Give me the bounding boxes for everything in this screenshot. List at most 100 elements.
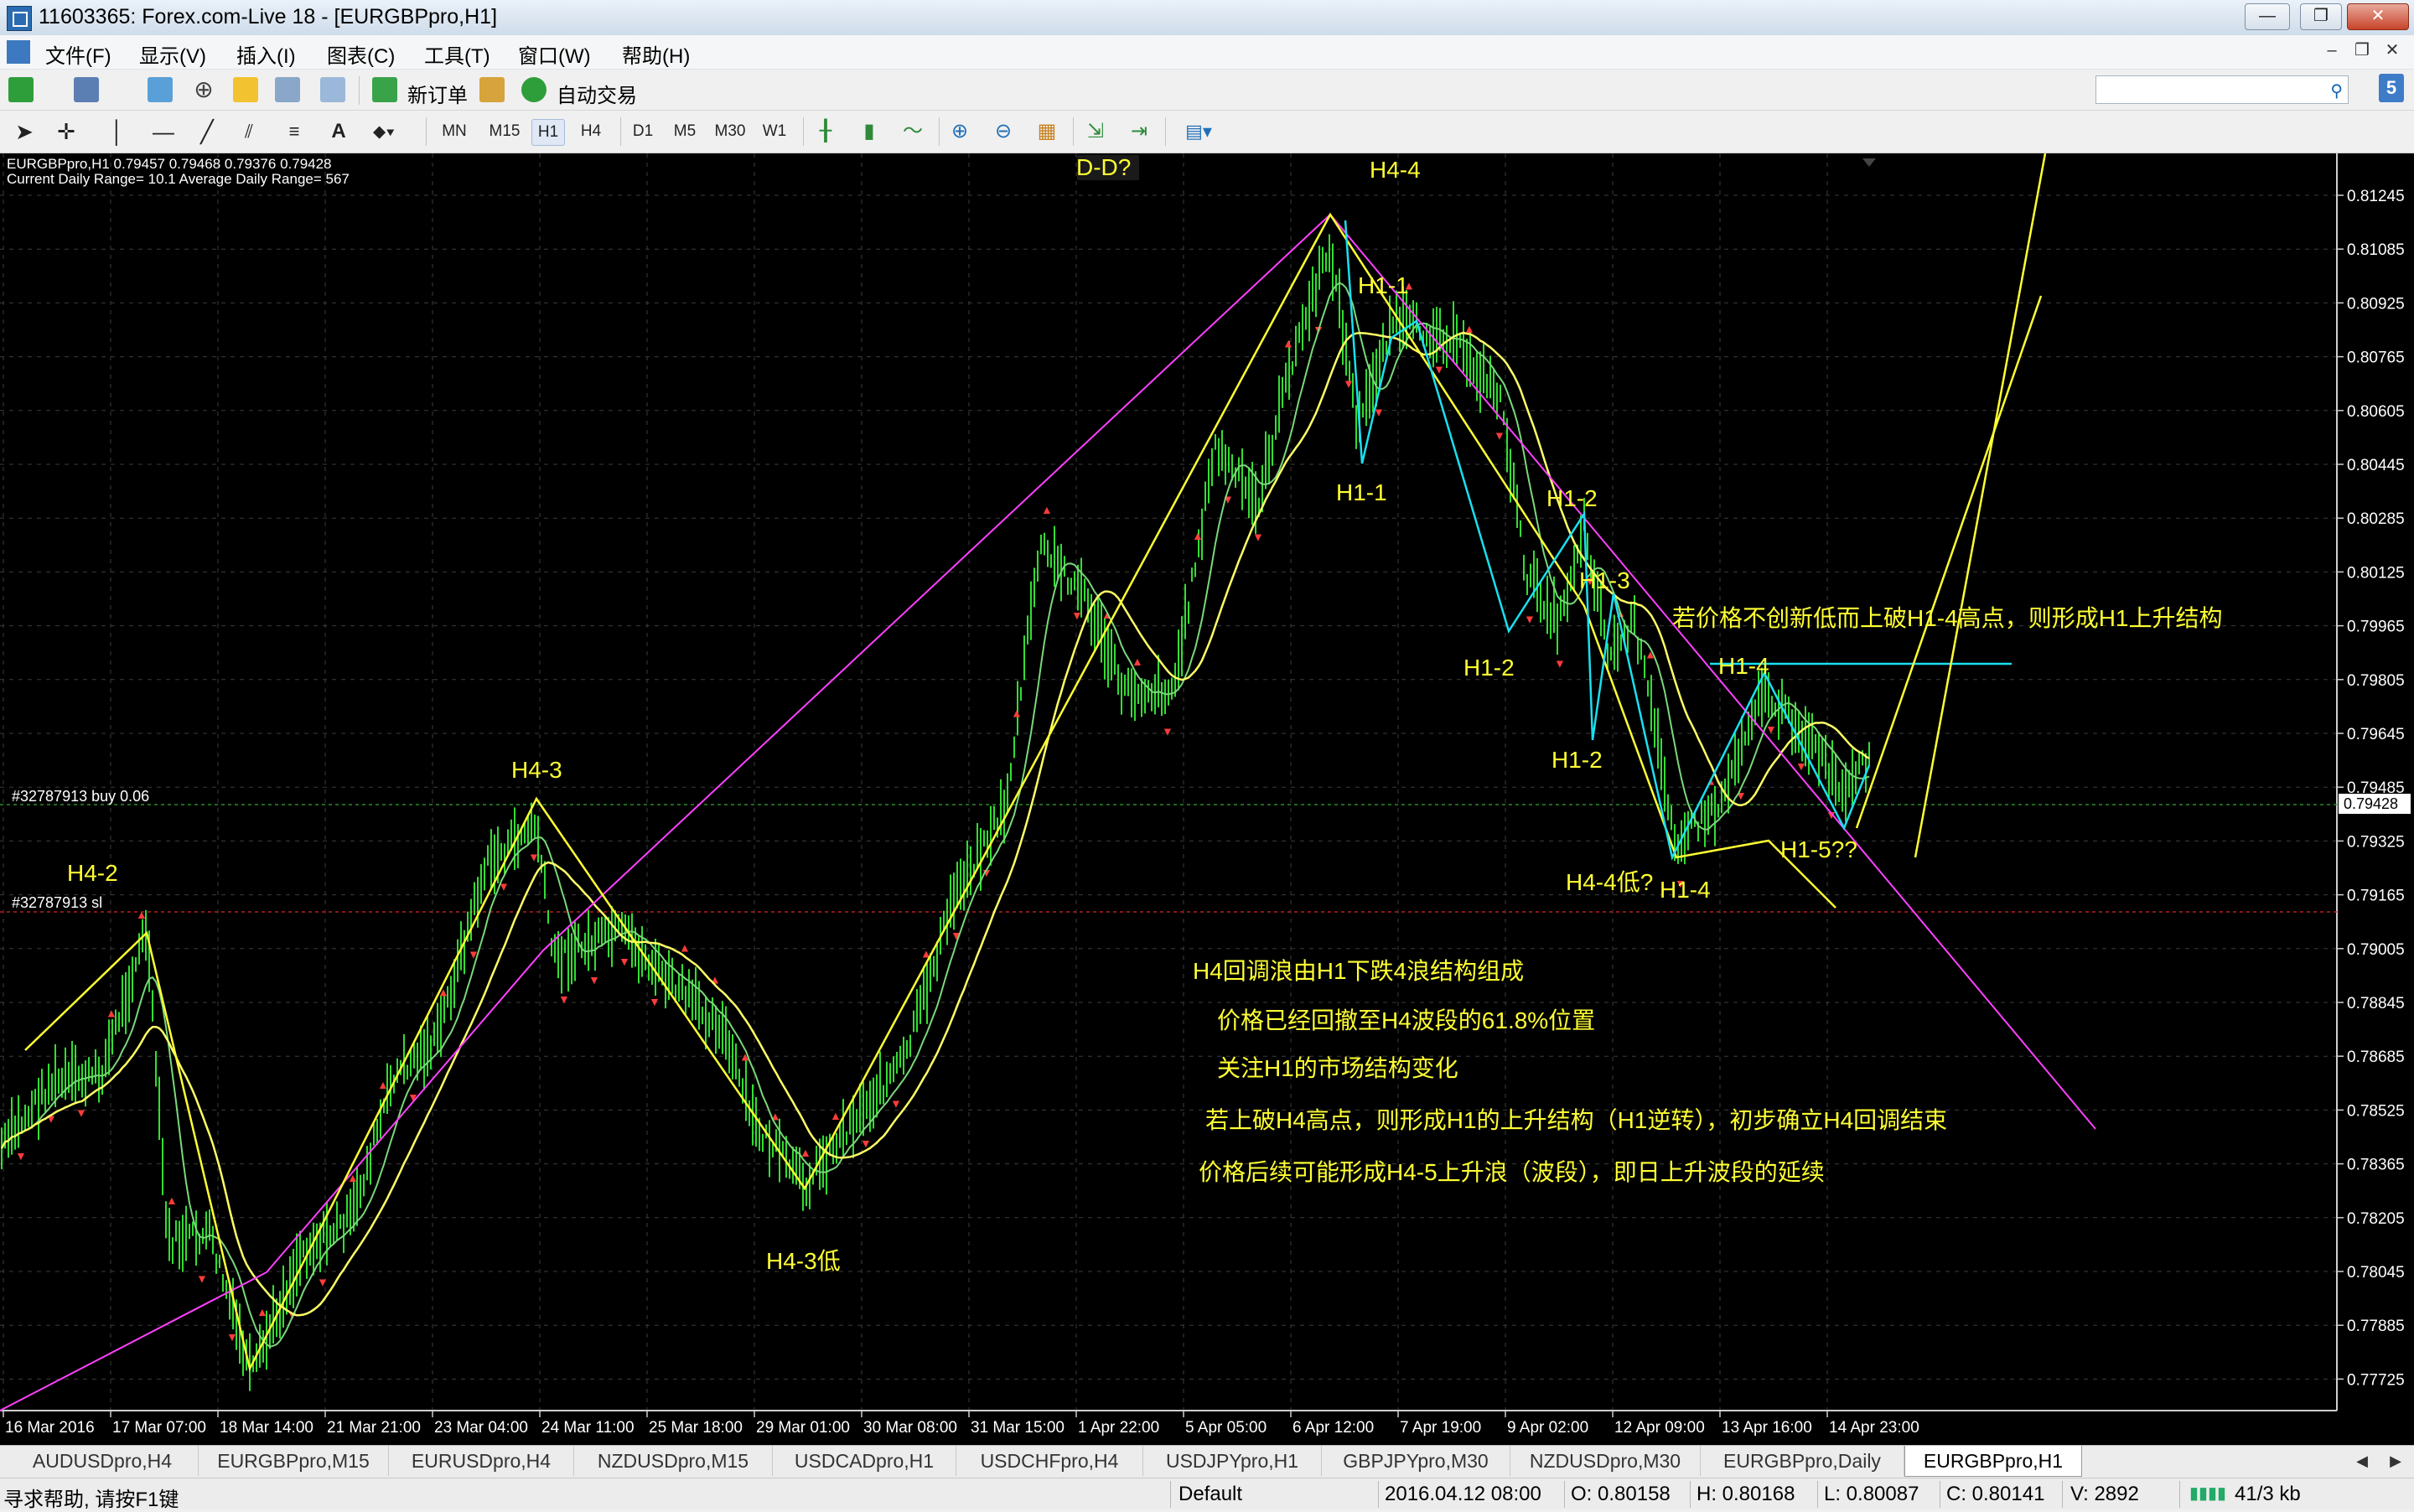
chart-info-line2: Current Daily Range= 10.1 Average Daily … [7,171,350,187]
auto-trading-button[interactable]: 自动交易 [557,79,637,108]
timeframe-m30[interactable]: M30 [711,119,749,144]
tab-scroll-left-icon[interactable]: ◀ [2347,1446,2377,1476]
mdi-restore-button[interactable]: ❐ [2349,39,2375,62]
minimize-button[interactable]: — [2245,3,2290,30]
channel-icon[interactable]: ⫽ [236,119,262,144]
price-tick-label: 0.79965 [2347,619,2405,636]
time-tick-label: 16 Mar 2016 [5,1419,95,1437]
time-tick-label: 23 Mar 04:00 [434,1419,528,1437]
menu-tools[interactable]: 工具(T) [424,39,490,69]
tab-scroll-right-icon[interactable]: ▶ [2380,1446,2411,1476]
crosshair-target-icon[interactable]: ⊕ [191,77,216,102]
fractal-marker: ▲ [166,1194,178,1207]
tab-eurgbp-h1[interactable]: EURGBPpro,H1 [1904,1446,2082,1477]
tab-eurgbp-daily[interactable]: EURGBPpro,Daily [1701,1446,1904,1476]
tab-eurusd-h4[interactable]: EURUSDpro,H4 [389,1446,574,1476]
tab-eurgbp-m15[interactable]: EURGBPpro,M15 [199,1446,389,1476]
menu-charts[interactable]: 图表(C) [327,39,395,69]
profiles-icon[interactable] [74,77,99,102]
order-sl-label: #32787913 sl [12,894,102,911]
new-order-icon[interactable] [372,77,397,102]
tab-usdjpy-h1[interactable]: USDJPYpro,H1 [1143,1446,1322,1476]
price-tick-label: 0.78205 [2347,1210,2405,1228]
text-tool-button[interactable]: A [329,119,349,144]
line-chart-icon[interactable]: 〜 [899,119,927,144]
status-high: H: 0.80168 [1697,1483,1795,1505]
timeframe-mn[interactable]: MN [436,119,473,144]
search-input[interactable]: ⚲ [2095,75,2349,104]
templates-icon[interactable]: ▤▾ [1173,119,1224,144]
chart-shift-marker [1862,158,1876,167]
arrows-tool-icon[interactable]: ⬥▾ [362,119,406,144]
meta-editor-icon[interactable] [479,77,505,102]
tab-usdchf-h4[interactable]: USDCHFpro,H4 [956,1446,1143,1476]
timeframe-h4[interactable]: H4 [575,119,607,144]
candlestick-icon[interactable]: ▮ [855,119,883,144]
wave-label-h4-4-low: H4-4低? [1566,869,1653,895]
wave-label-h1-4b: H1-4 [1660,877,1711,903]
navigator-icon[interactable] [233,77,258,102]
price-tick-label: 0.79005 [2347,941,2405,959]
status-profile: Default [1179,1483,1243,1505]
chart-window[interactable]: 0.81245 0.81085 0.80925 0.80765 0.80605 0.804… [0,153,2414,1445]
new-order-button[interactable]: 新订单 [407,79,468,108]
tab-gbpjpy-m30[interactable]: GBPJPYpro,M30 [1322,1446,1510,1476]
moving-average-fast [1,282,1870,1348]
fractal-marker: ▼ [890,1097,902,1111]
horizontal-line-icon[interactable]: — [151,119,176,144]
tab-usdcad-h1[interactable]: USDCADpro,H1 [773,1446,956,1476]
help-button[interactable]: 5 [2379,74,2404,102]
restore-button[interactable]: ❐ [2300,3,2342,30]
mdi-close-button[interactable]: ✕ [2379,39,2406,62]
timeframe-w1[interactable]: W1 [758,119,791,144]
timeframe-m5[interactable]: M5 [669,119,701,144]
fractal-marker: ▼ [75,1106,87,1120]
close-button[interactable]: ✕ [2347,3,2409,30]
search-icon[interactable]: ⚲ [2330,80,2343,101]
timeframe-h1[interactable]: H1 [531,119,565,146]
wave-label-h4-3: H4-3 [511,757,562,783]
fractal-marker: ▼ [1252,531,1264,544]
timeframe-d1[interactable]: D1 [627,119,659,144]
price-tick-label: 0.79325 [2347,833,2405,851]
fractal-marker: ▼ [1343,377,1355,391]
crosshair-icon[interactable]: ✛ [54,119,79,144]
title-bar: 11603365: Forex.com-Live 18 - [EURGBPpro… [0,0,2414,36]
tab-nzdusd-m30[interactable]: NZDUSDpro,M30 [1510,1446,1701,1476]
auto-trading-icon[interactable] [521,77,547,102]
wave-label-h1-4a: H1-4 [1718,653,1769,679]
timeframe-m15[interactable]: M15 [484,119,525,144]
auto-scroll-icon[interactable]: ⇲ [1081,119,1110,144]
chart-shift-icon[interactable]: ⇥ [1125,119,1153,144]
bar-chart-icon[interactable]: ╂ [811,119,840,144]
fractal-marker: ▼ [1795,759,1807,773]
menu-file[interactable]: 文件(F) [45,39,111,69]
price-tick-label: 0.80925 [2347,295,2405,313]
fractal-marker: ▲ [679,941,691,955]
mdi-minimize-button[interactable]: – [2318,39,2345,62]
fibonacci-icon[interactable]: ≡ [282,119,307,144]
tile-windows-icon[interactable]: ▦ [1033,119,1061,144]
time-tick-label: 6 Apr 12:00 [1292,1419,1374,1437]
tab-audusd-h4[interactable]: AUDUSDpro,H4 [7,1446,199,1476]
wave-label-h1-1b: H1-1 [1336,479,1387,505]
price-chart[interactable]: 0.81245 0.81085 0.80925 0.80765 0.80605 0.804… [0,153,2414,1445]
zoom-out-icon[interactable]: ⊖ [989,119,1018,144]
menu-window[interactable]: 窗口(W) [518,39,591,69]
strategy-tester-icon[interactable] [320,77,345,102]
menu-insert[interactable]: 插入(I) [236,39,296,69]
price-tick-label: 0.78685 [2347,1049,2405,1066]
vertical-line-icon[interactable]: │ [109,119,126,144]
cursor-icon[interactable]: ➤ [12,119,37,144]
chart-window-icon [7,40,30,64]
zoom-in-icon[interactable]: ⊕ [945,119,974,144]
menu-help[interactable]: 帮助(H) [622,39,690,69]
new-chart-icon[interactable] [8,77,34,102]
fractal-marker: ▼ [619,955,630,968]
menu-view[interactable]: 显示(V) [139,39,206,69]
trendline-icon[interactable]: ╱ [194,119,220,144]
h1-wave-line [1344,220,1871,861]
market-watch-icon[interactable] [148,77,173,102]
terminal-icon[interactable] [275,77,300,102]
tab-nzdusd-m15[interactable]: NZDUSDpro,M15 [574,1446,773,1476]
